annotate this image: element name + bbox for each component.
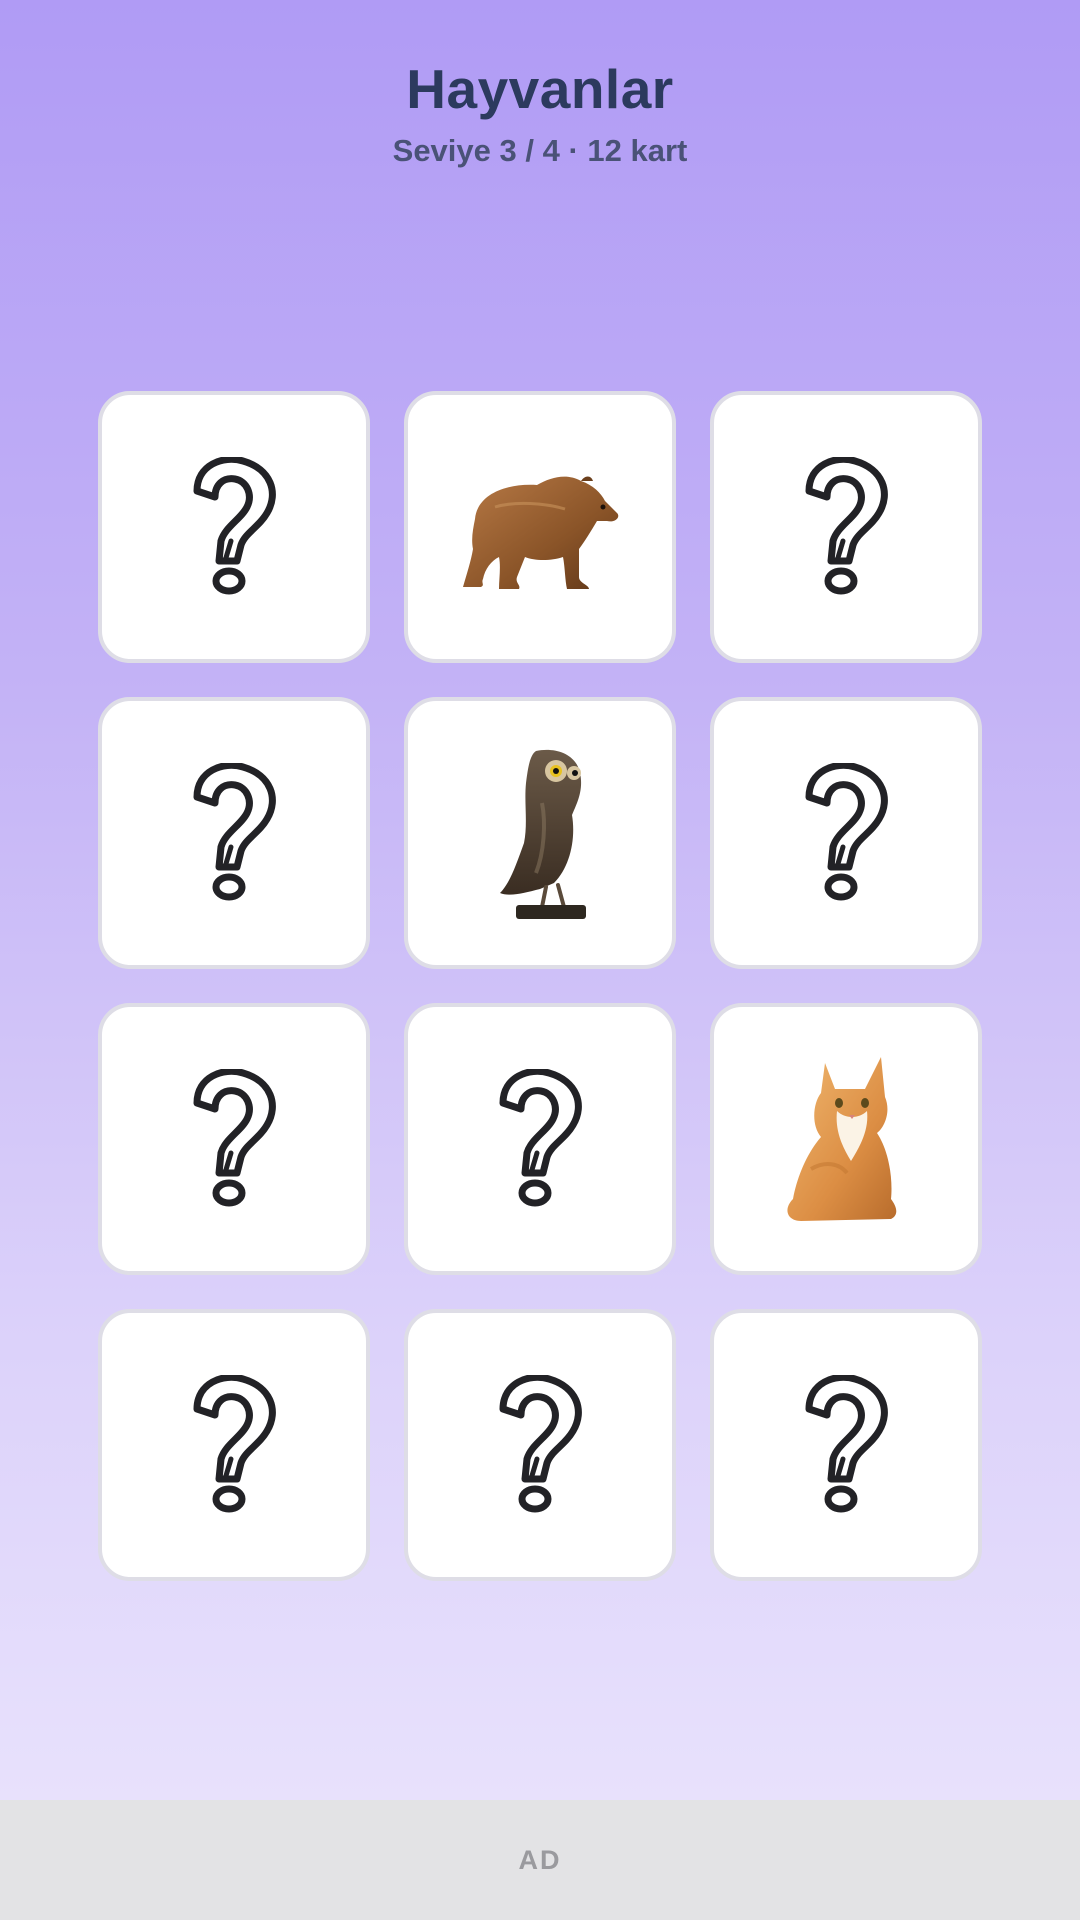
hidden-card-8[interactable] bbox=[404, 1003, 676, 1275]
owl-card-5[interactable] bbox=[404, 697, 676, 969]
question-mark-icon bbox=[791, 1375, 901, 1515]
hidden-card-4[interactable] bbox=[98, 697, 370, 969]
question-mark-icon bbox=[485, 1069, 595, 1209]
cat-icon bbox=[781, 1049, 911, 1229]
level-info: Seviye 3 / 4 · 12 kart bbox=[392, 133, 688, 168]
question-mark-icon bbox=[179, 457, 289, 597]
hidden-card-12[interactable] bbox=[710, 1309, 982, 1581]
bear-card-2[interactable] bbox=[404, 391, 676, 663]
ad-banner[interactable]: AD bbox=[0, 1800, 1080, 1920]
hidden-card-6[interactable] bbox=[710, 697, 982, 969]
card-grid bbox=[98, 391, 982, 1581]
question-mark-icon bbox=[791, 457, 901, 597]
question-mark-icon bbox=[485, 1375, 595, 1515]
hidden-card-11[interactable] bbox=[404, 1309, 676, 1581]
page-title: Hayvanlar bbox=[406, 58, 674, 120]
hidden-card-1[interactable] bbox=[98, 391, 370, 663]
cat-card-9[interactable] bbox=[710, 1003, 982, 1275]
bear-icon bbox=[455, 457, 625, 597]
question-mark-icon bbox=[179, 1375, 289, 1515]
question-mark-icon bbox=[791, 763, 901, 903]
owl-icon bbox=[480, 743, 600, 923]
hidden-card-10[interactable] bbox=[98, 1309, 370, 1581]
question-mark-icon bbox=[179, 1069, 289, 1209]
game-header: Hayvanlar Seviye 3 / 4 · 12 kart bbox=[0, 0, 1080, 200]
hidden-card-3[interactable] bbox=[710, 391, 982, 663]
question-mark-icon bbox=[179, 763, 289, 903]
ad-label: AD bbox=[518, 1844, 562, 1875]
hidden-card-7[interactable] bbox=[98, 1003, 370, 1275]
